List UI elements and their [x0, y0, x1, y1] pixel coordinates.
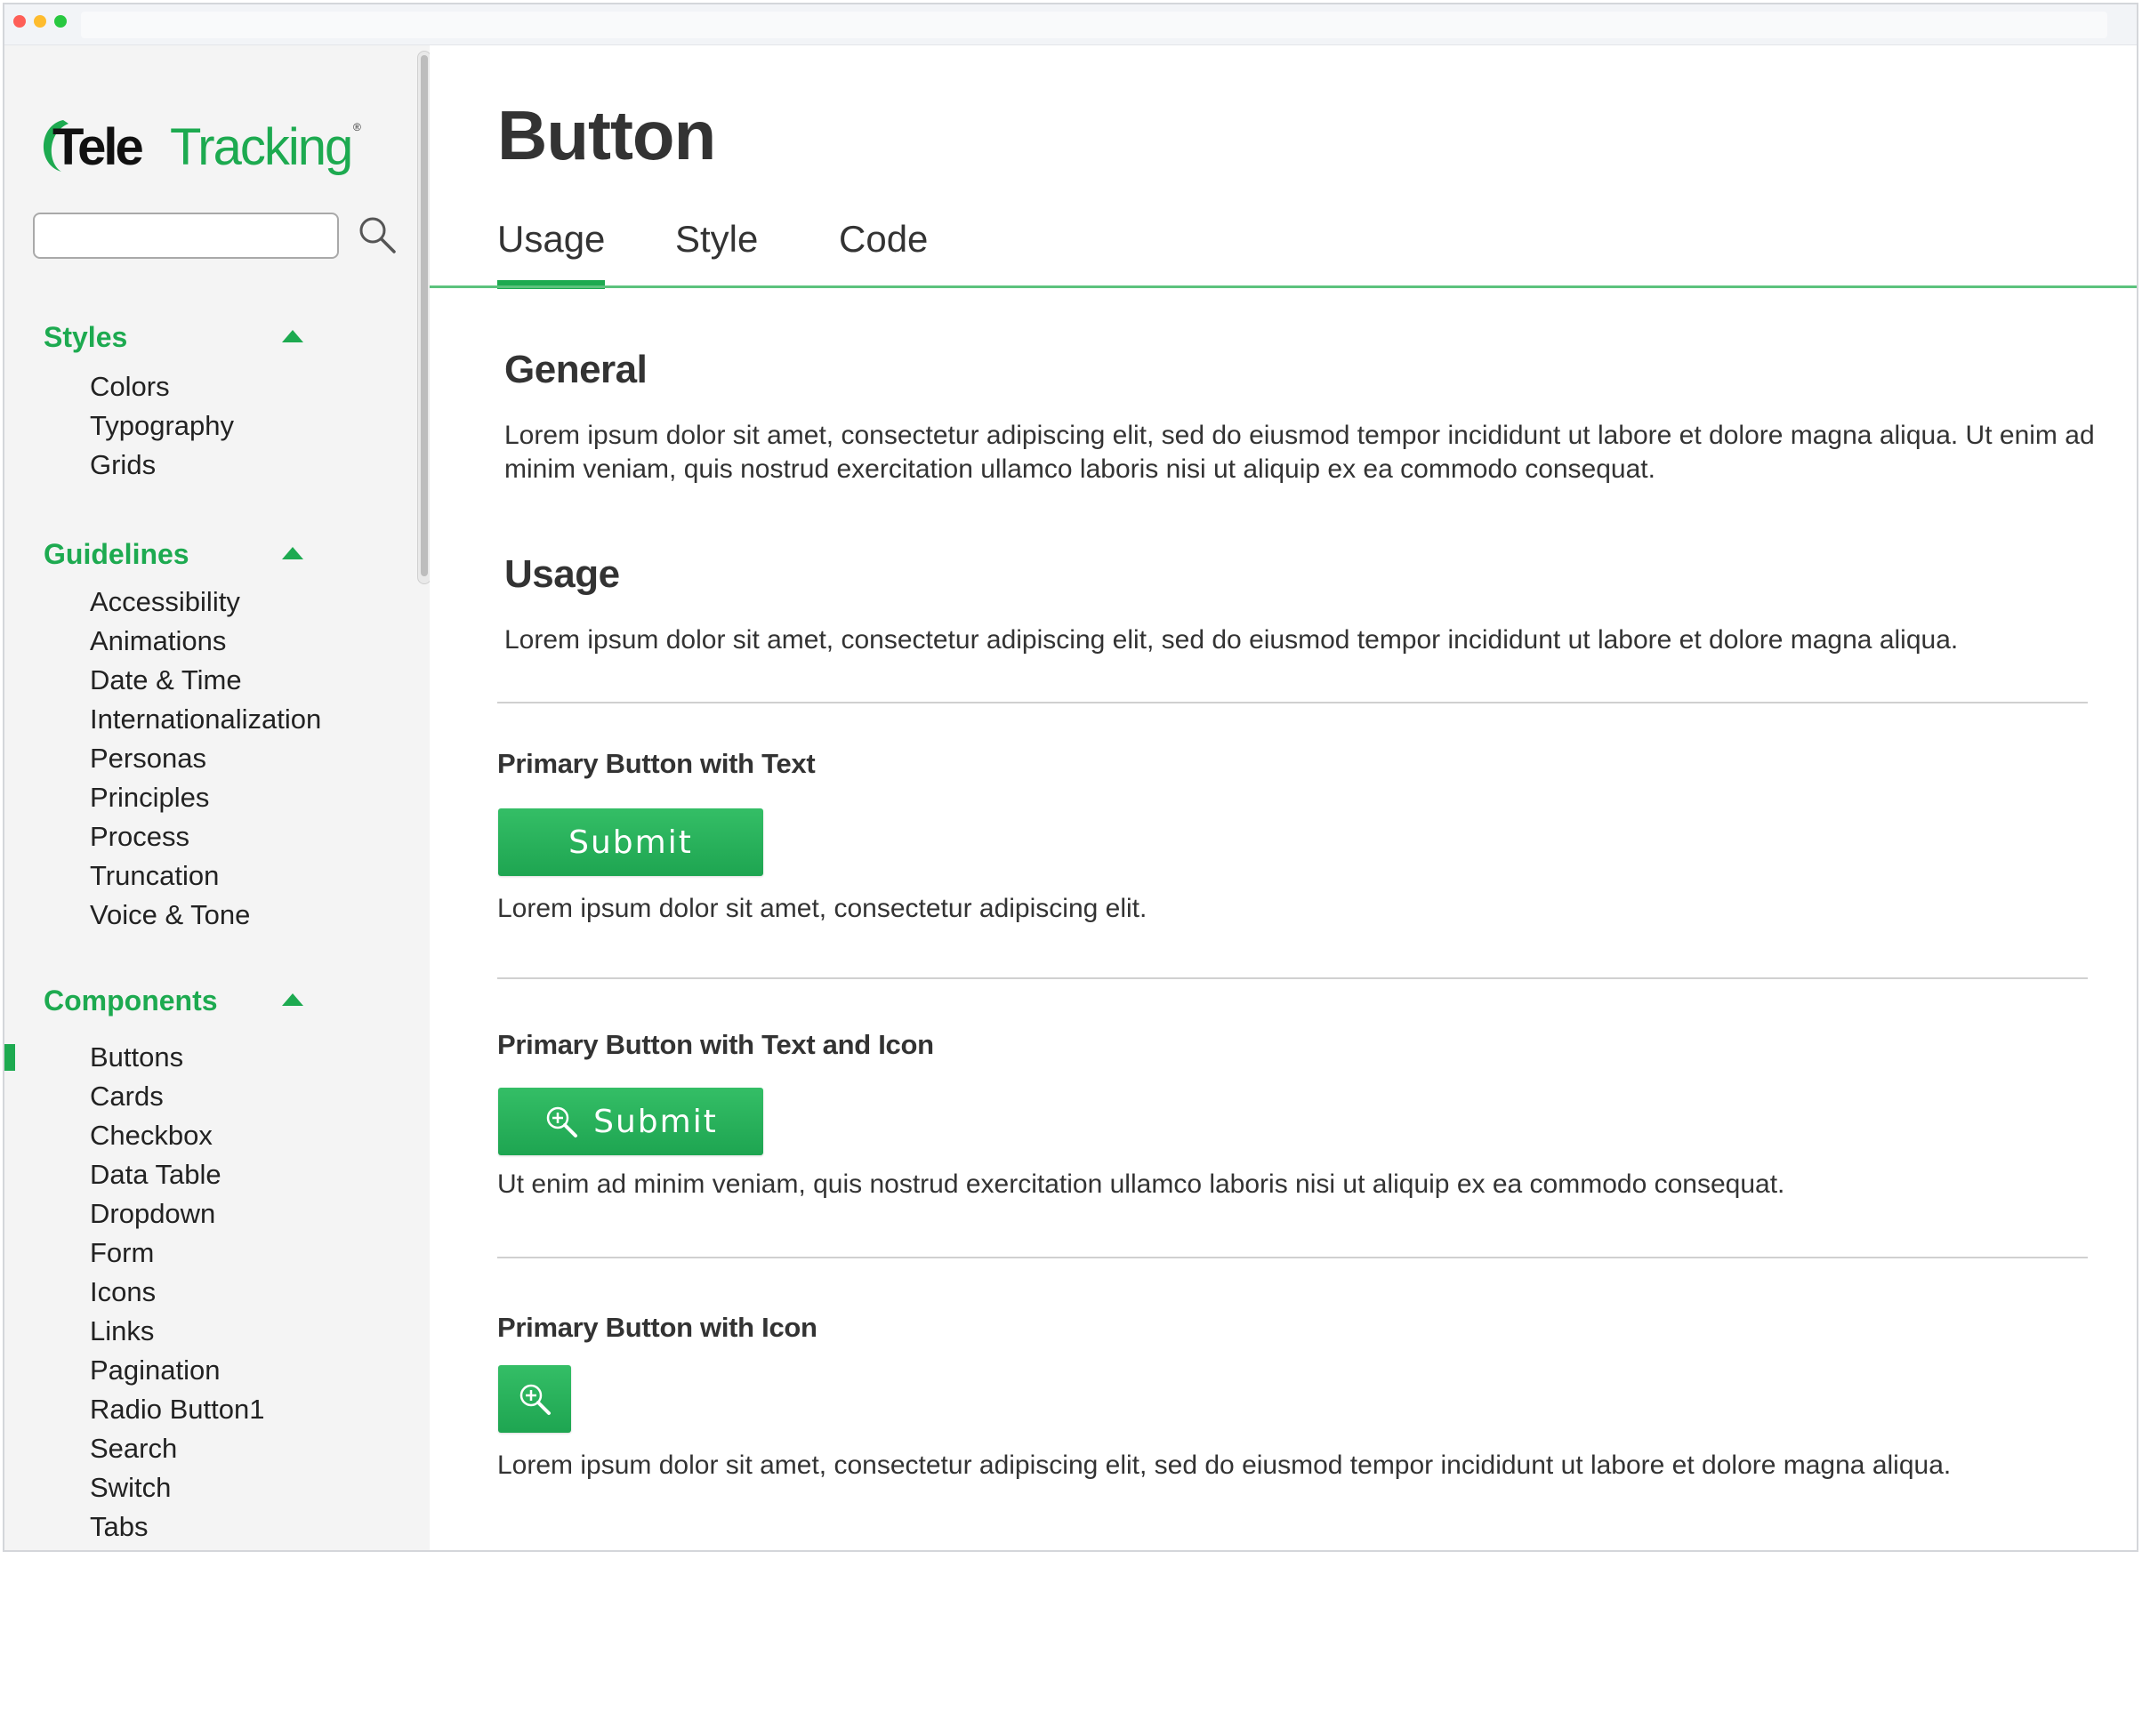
button-label: Submit: [568, 824, 693, 861]
nav-item-form[interactable]: Form: [90, 1234, 264, 1273]
nav-list-components: Buttons Cards Checkbox Data Table Dropdo…: [90, 1038, 264, 1547]
svg-text:®: ®: [353, 121, 361, 133]
collapse-caret-icon[interactable]: [282, 993, 303, 1006]
nav-item-tabs[interactable]: Tabs: [90, 1507, 264, 1547]
nav-item-colors[interactable]: Colors: [90, 367, 234, 406]
nav-item-typography[interactable]: Typography: [90, 406, 234, 446]
example-heading-text-icon-button: Primary Button with Text and Icon: [497, 1029, 934, 1060]
submit-button[interactable]: Submit: [498, 808, 763, 876]
nav-item-icons[interactable]: Icons: [90, 1273, 264, 1312]
general-description: Lorem ipsum dolor sit amet, consectetur …: [504, 421, 2095, 484]
nav-item-personas[interactable]: Personas: [90, 739, 321, 778]
nav-item-links[interactable]: Links: [90, 1312, 264, 1351]
nav-header-guidelines[interactable]: Guidelines: [44, 534, 310, 574]
search-plus-icon: [546, 1106, 578, 1137]
nav-item-switch[interactable]: Switch: [90, 1468, 264, 1507]
nav-header-label: Components: [44, 985, 218, 1017]
search-icon-button[interactable]: [498, 1365, 571, 1433]
tab-style[interactable]: Style: [675, 213, 758, 266]
search-plus-icon: [519, 1384, 551, 1415]
active-item-indicator: [4, 1044, 15, 1071]
teletracking-logo[interactable]: Tele Tracking ®: [36, 109, 366, 181]
svg-text:Tracking: Tracking: [170, 118, 351, 176]
section-heading-general: General: [504, 348, 648, 391]
section-heading-usage: Usage: [504, 552, 620, 596]
sidebar-scrollbar[interactable]: [417, 51, 430, 584]
sidebar-search-input[interactable]: [33, 213, 339, 259]
address-bar[interactable]: [81, 12, 2107, 38]
nav-item-buttons[interactable]: Buttons: [90, 1038, 264, 1077]
nav-item-cards[interactable]: Cards: [90, 1077, 264, 1116]
nav-header-label: Styles: [44, 321, 128, 353]
nav-header-label: Guidelines: [44, 538, 189, 570]
example-heading-text-button: Primary Button with Text: [497, 748, 816, 779]
section-divider: [497, 702, 2088, 703]
nav-item-radio-button[interactable]: Radio Button1: [90, 1390, 264, 1429]
example-caption: Lorem ipsum dolor sit amet, consectetur …: [497, 894, 1148, 923]
browser-toolbar: [4, 4, 2137, 45]
nav-item-principles[interactable]: Principles: [90, 778, 321, 817]
example-caption: Lorem ipsum dolor sit amet, consectetur …: [497, 1451, 1952, 1480]
usage-description: Lorem ipsum dolor sit amet, consectetur …: [504, 625, 1959, 655]
nav-item-data-table[interactable]: Data Table: [90, 1155, 264, 1194]
nav-header-components[interactable]: Components: [44, 981, 310, 1020]
section-divider: [497, 977, 2088, 979]
minimize-window-button[interactable]: [34, 15, 46, 28]
tab-code[interactable]: Code: [839, 213, 928, 266]
nav-item-truncation[interactable]: Truncation: [90, 856, 321, 896]
nav-header-styles[interactable]: Styles: [44, 317, 310, 357]
example-heading-icon-button: Primary Button with Icon: [497, 1312, 817, 1343]
nav-item-process[interactable]: Process: [90, 817, 321, 856]
nav-item-date-time[interactable]: Date & Time: [90, 661, 321, 700]
button-label: Submit: [593, 1103, 718, 1140]
page-title: Button: [497, 96, 716, 174]
section-divider: [497, 1257, 2088, 1258]
svg-text:Tele: Tele: [52, 118, 142, 176]
sidebar: Tele Tracking ® Styles Colors Typography…: [4, 45, 430, 1550]
browser-window: Tele Tracking ® Styles Colors Typography…: [3, 3, 2138, 1552]
submit-with-icon-button[interactable]: Submit: [498, 1088, 763, 1155]
nav-item-search[interactable]: Search: [90, 1429, 264, 1468]
main-content: Button Usage Style Code General Lorem ip…: [430, 45, 2137, 1550]
nav-item-dropdown[interactable]: Dropdown: [90, 1194, 264, 1234]
nav-list-guidelines: Accessibility Animations Date & Time Int…: [90, 583, 321, 935]
nav-item-grids[interactable]: Grids: [90, 446, 234, 485]
nav-item-voice-tone[interactable]: Voice & Tone: [90, 896, 321, 935]
nav-item-internationalization[interactable]: Internationalization: [90, 700, 321, 739]
nav-item-pagination[interactable]: Pagination: [90, 1351, 264, 1390]
collapse-caret-icon[interactable]: [282, 547, 303, 559]
collapse-caret-icon[interactable]: [282, 330, 303, 342]
nav-item-accessibility[interactable]: Accessibility: [90, 583, 321, 622]
nav-item-animations[interactable]: Animations: [90, 622, 321, 661]
example-caption: Ut enim ad minim veniam, quis nostrud ex…: [497, 1169, 1785, 1199]
search-icon[interactable]: [357, 214, 398, 255]
tabs-divider: [430, 285, 2137, 288]
maximize-window-button[interactable]: [54, 15, 67, 28]
close-window-button[interactable]: [13, 15, 26, 28]
nav-list-styles: Colors Typography Grids: [90, 367, 234, 485]
nav-item-checkbox[interactable]: Checkbox: [90, 1116, 264, 1155]
tab-usage[interactable]: Usage: [497, 213, 606, 289]
